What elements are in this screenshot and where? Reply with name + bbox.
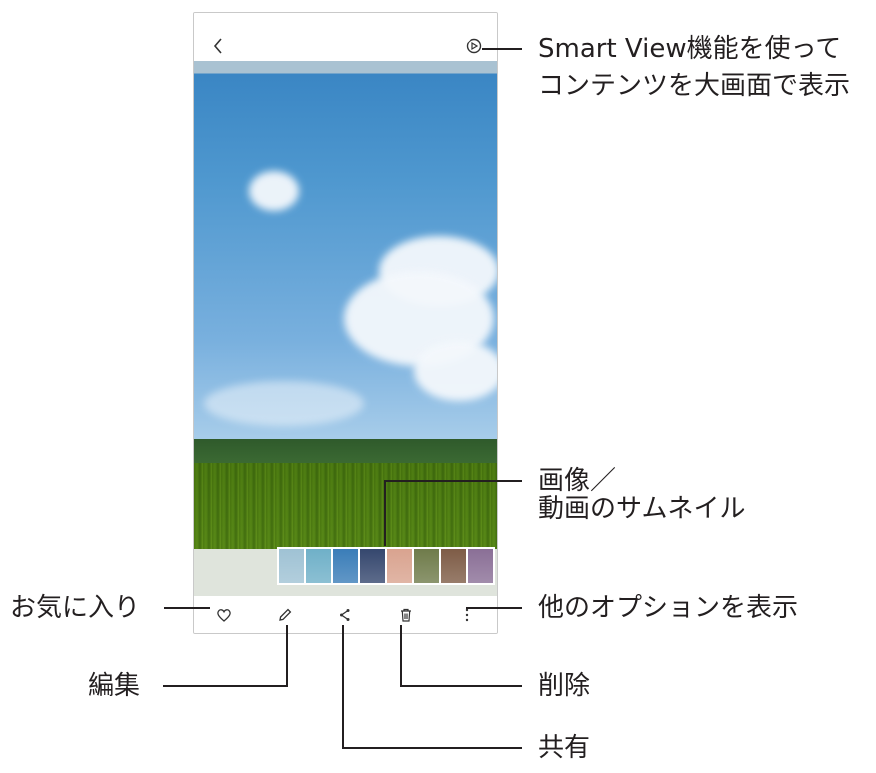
photo-view[interactable] [194, 61, 497, 596]
cloud [414, 341, 497, 401]
favorite-button[interactable] [212, 603, 236, 627]
delete-button[interactable] [394, 603, 418, 627]
more-options-callout-line [466, 607, 522, 609]
heart-icon [217, 608, 232, 622]
thumbnail[interactable] [387, 549, 412, 583]
share-label: 共有 [538, 733, 591, 763]
thumbnail[interactable] [279, 549, 304, 583]
edit-callout-line-h [163, 685, 288, 687]
delete-label: 削除 [538, 671, 591, 701]
share-callout-line-h [342, 747, 522, 749]
thumbnail-callout-line-v [384, 480, 386, 546]
pencil-icon [279, 608, 292, 621]
thumbnails-label-line2: 動画のサムネイル [538, 494, 746, 524]
thumbnail[interactable] [441, 549, 466, 583]
share-button[interactable] [333, 603, 357, 627]
share-callout-line-v [342, 625, 344, 748]
top-bar [194, 13, 497, 61]
cloud [249, 171, 299, 211]
delete-callout-line-v [400, 625, 402, 686]
smart-view-callout-line [482, 48, 522, 50]
trash-icon [401, 608, 412, 622]
delete-callout-line-h [400, 685, 522, 687]
edit-label: 編集 [88, 671, 141, 701]
thumbnail[interactable] [306, 549, 331, 583]
smart-view-button[interactable] [465, 37, 483, 55]
thumbnail[interactable] [360, 549, 385, 583]
favorite-label: お気に入り [10, 593, 141, 623]
cloud [204, 381, 364, 426]
thumbnail[interactable] [468, 549, 493, 583]
favorite-callout-line [164, 607, 210, 609]
smart-view-label-line2: コンテンツを大画面で表示 [538, 71, 851, 101]
smart-view-icon [466, 38, 482, 54]
edit-callout-line-v [286, 625, 288, 686]
more-options-label: 他のオプションを表示 [538, 593, 799, 623]
thumbnail[interactable] [414, 549, 439, 583]
chevron-left-icon [213, 38, 222, 54]
smart-view-label-line1: Smart View機能を使って [538, 34, 842, 64]
phone-screen [193, 12, 498, 634]
bottom-toolbar [194, 596, 497, 633]
back-button[interactable] [209, 36, 229, 56]
thumbnail-callout-line-h [385, 480, 522, 482]
thumbnail[interactable] [331, 547, 360, 585]
thumbnail-strip [277, 547, 495, 585]
share-icon [340, 608, 350, 621]
edit-button[interactable] [273, 603, 297, 627]
